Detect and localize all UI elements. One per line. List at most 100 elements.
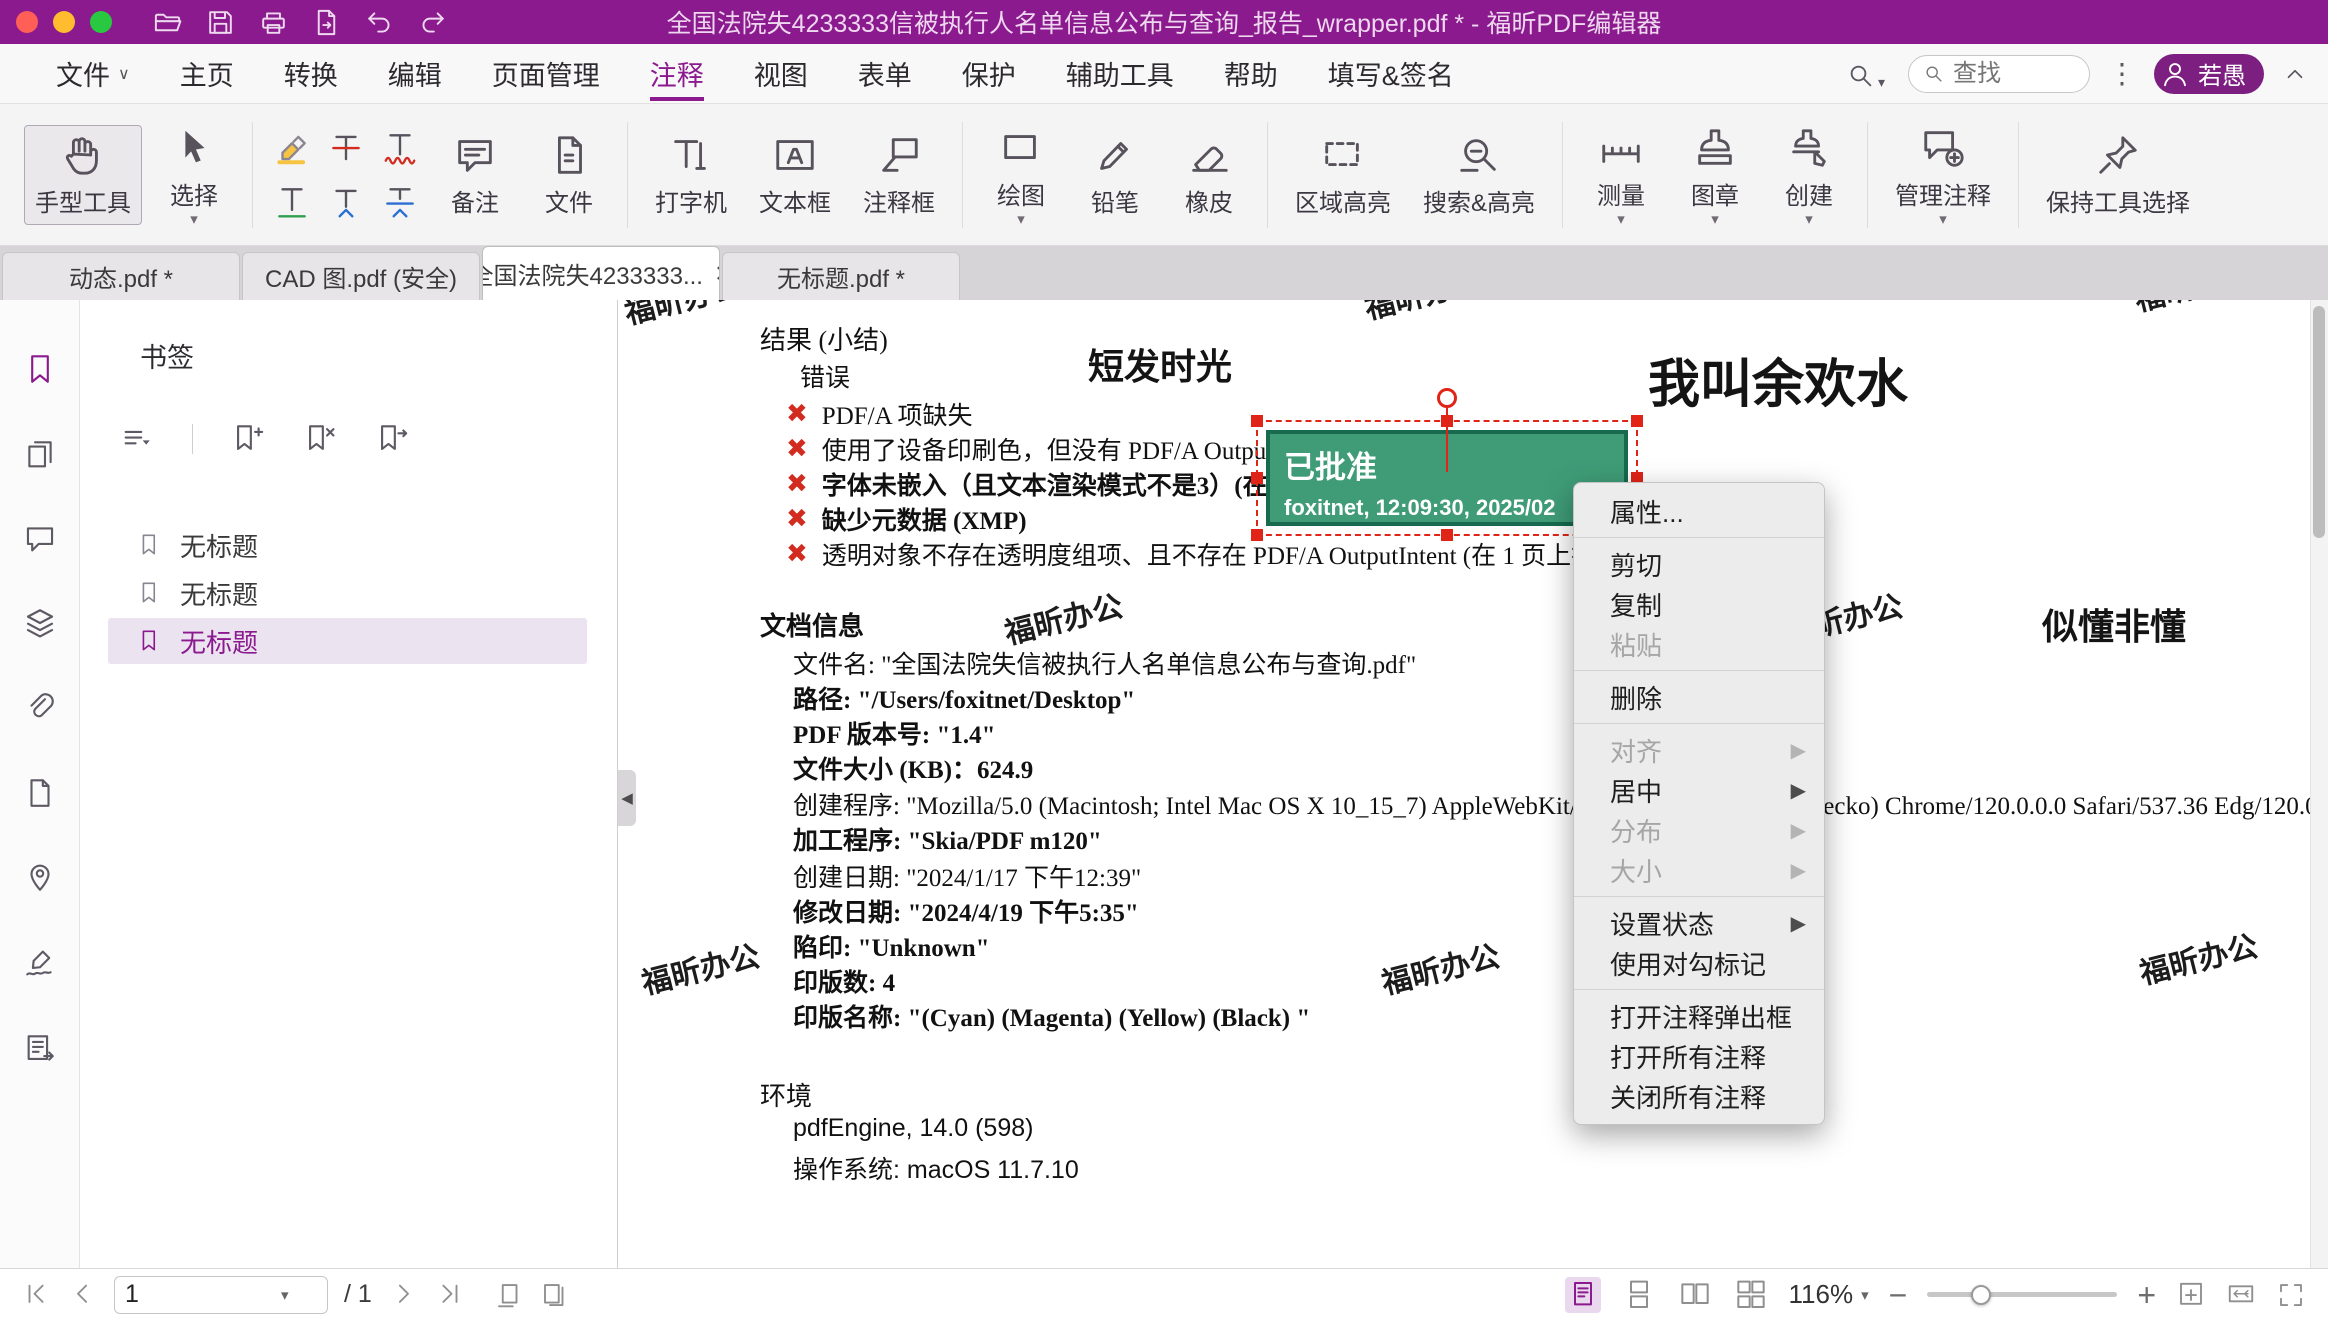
vertical-scrollbar[interactable] [2310, 300, 2328, 1268]
area-highlight-button[interactable]: 区域高亮 [1284, 125, 1402, 225]
menu-accessibility[interactable]: 辅助工具 [1066, 44, 1174, 103]
fields-panel-icon[interactable] [23, 1032, 57, 1066]
zoom-slider-thumb[interactable] [1971, 1285, 1991, 1305]
next-view-icon[interactable] [540, 1280, 570, 1310]
minimize-window-button[interactable] [53, 11, 75, 33]
doc-tab-4[interactable]: 无标题.pdf * [722, 252, 960, 300]
measure-button[interactable]: 测量 ▾ [1579, 118, 1663, 231]
undo-icon[interactable] [364, 7, 395, 38]
menu-protect[interactable]: 保护 [962, 44, 1016, 103]
create-stamp-button[interactable]: 创建 ▾ [1767, 118, 1851, 231]
find-box[interactable] [1908, 55, 2090, 93]
close-window-button[interactable] [16, 11, 38, 33]
single-page-view-icon[interactable] [1565, 1277, 1601, 1313]
menu-edit[interactable]: 编辑 [388, 44, 442, 103]
context-item-properties[interactable]: 属性... [1574, 491, 1824, 531]
menu-form[interactable]: 表单 [858, 44, 912, 103]
menu-fill-sign[interactable]: 填写&签名 [1328, 44, 1454, 103]
fullscreen-window-button[interactable] [90, 11, 112, 33]
page-thumbnails-panel-icon[interactable] [23, 438, 57, 472]
advanced-search-icon[interactable]: ▾ [1846, 57, 1890, 91]
stamp-button[interactable]: 图章 ▾ [1673, 118, 1757, 231]
destinations-panel-icon[interactable] [23, 776, 57, 810]
fit-page-icon[interactable] [2176, 1280, 2206, 1310]
layers-panel-icon[interactable] [23, 606, 57, 640]
continuous-view-icon[interactable] [1621, 1277, 1657, 1313]
attach-file-button[interactable]: 文件 [527, 125, 611, 225]
next-page-icon[interactable] [388, 1280, 418, 1310]
save-icon[interactable] [205, 7, 236, 38]
last-page-icon[interactable] [434, 1280, 464, 1310]
close-tab-icon[interactable]: × [715, 259, 720, 289]
doc-tab-3-active[interactable]: 全国法院失4233333...× [482, 246, 720, 300]
bookmark-options-menu-icon[interactable] [120, 422, 154, 456]
doc-tab-2[interactable]: CAD 图.pdf (安全) [242, 252, 480, 300]
add-bookmark-icon[interactable] [231, 422, 265, 456]
menu-home[interactable]: 主页 [180, 44, 234, 103]
attachments-panel-icon[interactable] [23, 690, 57, 724]
menu-view[interactable]: 视图 [754, 44, 808, 103]
context-item-set-status[interactable]: 设置状态▶ [1574, 903, 1824, 943]
strikeout-tool-button[interactable] [327, 129, 365, 167]
hand-tool-button[interactable]: 手型工具 [24, 125, 142, 225]
bookmarks-panel-icon[interactable] [23, 352, 57, 386]
bookmark-item-3-selected[interactable]: 无标题 [108, 618, 587, 664]
document-page[interactable]: 福昕办公 福昕办公 福昕办公 福昕办公 福昕办公 福昕办公 福昕办公 福昕办公 … [618, 300, 2328, 1268]
locations-panel-icon[interactable] [23, 860, 57, 894]
open-file-icon[interactable] [152, 7, 183, 38]
drawing-button[interactable]: 绘图 ▾ [979, 118, 1063, 231]
replace-text-tool-button[interactable] [381, 183, 419, 221]
textbox-button[interactable]: 文本框 [748, 125, 842, 225]
context-item-delete[interactable]: 删除 [1574, 677, 1824, 717]
context-item-checkmark[interactable]: 使用对勾标记 [1574, 943, 1824, 983]
keep-tool-selected-button[interactable]: 保持工具选择 [2035, 125, 2201, 225]
menu-convert[interactable]: 转换 [284, 44, 338, 103]
manage-comments-button[interactable]: 管理注释 ▾ [1884, 118, 2002, 231]
fullscreen-icon[interactable] [2276, 1280, 2306, 1310]
signature-panel-icon[interactable] [23, 946, 57, 980]
menu-help[interactable]: 帮助 [1224, 44, 1278, 103]
context-item-copy[interactable]: 复制 [1574, 584, 1824, 624]
note-button[interactable]: 备注 [433, 125, 517, 225]
select-tool-button[interactable]: 选择 ▾ [152, 118, 236, 231]
squiggly-tool-button[interactable] [381, 129, 419, 167]
two-page-continuous-view-icon[interactable] [1733, 1277, 1769, 1313]
highlight-tool-button[interactable] [273, 129, 311, 167]
pencil-button[interactable]: 铅笔 [1073, 125, 1157, 225]
more-options-icon[interactable]: ⋮ [2108, 60, 2136, 88]
first-page-icon[interactable] [22, 1280, 52, 1310]
resize-handle-bottom-left[interactable] [1251, 529, 1263, 541]
two-page-view-icon[interactable] [1677, 1277, 1713, 1313]
fit-width-icon[interactable] [2226, 1280, 2256, 1310]
locate-bookmark-icon[interactable] [375, 422, 409, 456]
callout-button[interactable]: 注释框 [852, 125, 946, 225]
context-item-close-all-notes[interactable]: 关闭所有注释 [1574, 1076, 1824, 1116]
underline-tool-button[interactable] [273, 183, 311, 221]
resize-handle-top-right[interactable] [1631, 415, 1643, 427]
page-number-input[interactable] [125, 1280, 275, 1309]
previous-view-icon[interactable] [494, 1280, 524, 1310]
typewriter-button[interactable]: 打字机 [644, 125, 738, 225]
eraser-button[interactable]: 橡皮 [1167, 125, 1251, 225]
page-number-box[interactable]: ▾ [114, 1276, 328, 1314]
export-icon[interactable] [311, 7, 342, 38]
caret-down-icon[interactable]: ▾ [281, 1286, 289, 1304]
menu-file[interactable]: 文件∨ [56, 44, 130, 103]
zoom-level-dropdown[interactable]: 116% ▾ [1789, 1279, 1869, 1310]
doc-tab-1[interactable]: 动态.pdf * [2, 252, 240, 300]
context-item-cut[interactable]: 剪切 [1574, 544, 1824, 584]
zoom-slider[interactable] [1927, 1292, 2117, 1297]
resize-handle-bottom-center[interactable] [1441, 529, 1453, 541]
context-item-open-all-notes[interactable]: 打开所有注释 [1574, 1036, 1824, 1076]
context-item-open-popup[interactable]: 打开注释弹出框 [1574, 996, 1824, 1036]
previous-page-icon[interactable] [68, 1280, 98, 1310]
print-icon[interactable] [258, 7, 289, 38]
find-input[interactable] [1953, 60, 2063, 88]
resize-handle-mid-left[interactable] [1251, 472, 1263, 484]
bookmark-item-2[interactable]: 无标题 [108, 570, 587, 616]
zoom-out-icon[interactable]: − [1889, 1279, 1908, 1311]
context-item-center[interactable]: 居中▶ [1574, 770, 1824, 810]
redo-icon[interactable] [417, 7, 448, 38]
search-highlight-button[interactable]: 搜索&高亮 [1412, 125, 1546, 225]
user-account-button[interactable]: 若愚 [2154, 54, 2264, 94]
